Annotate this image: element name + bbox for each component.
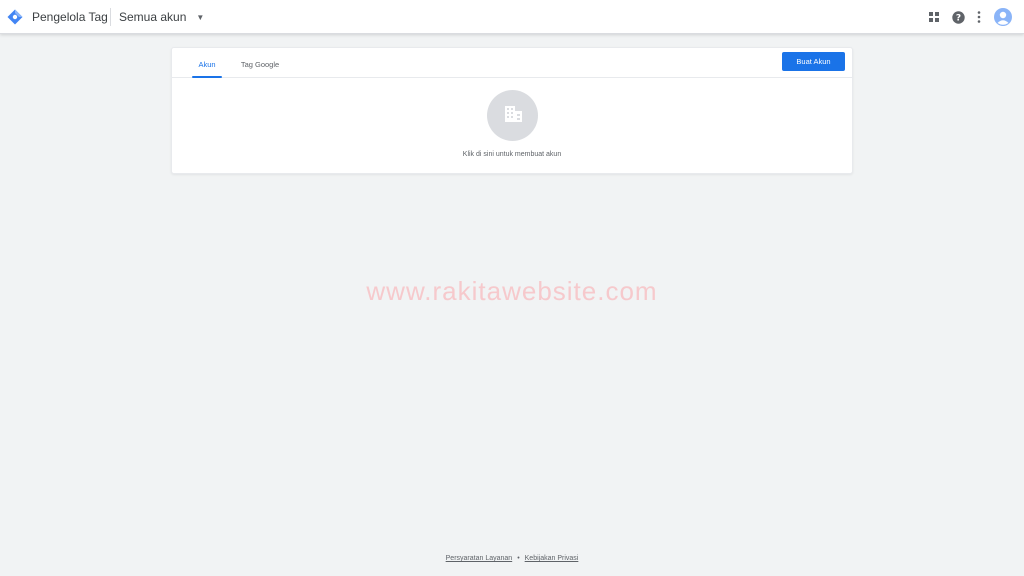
top-app-bar: Pengelola Tag Semua akun ▼ ? [0, 0, 1024, 34]
account-avatar-icon[interactable] [993, 7, 1013, 27]
tag-manager-logo-icon[interactable] [7, 9, 23, 25]
terms-link[interactable]: Persyaratan Layanan [446, 555, 513, 562]
help-icon[interactable]: ? [950, 9, 966, 25]
tab-tag-google[interactable]: Tag Google [236, 57, 284, 78]
account-selector-label: Semua akun [119, 10, 187, 24]
svg-text:?: ? [955, 13, 960, 23]
apps-grid-icon[interactable] [926, 9, 942, 25]
empty-state-text[interactable]: Klik di sini untuk membuat akun [172, 151, 852, 158]
watermark: www.rakitawebsite.com [366, 276, 658, 306]
create-account-button[interactable]: Buat Akun [782, 52, 845, 71]
app-title: Pengelola Tag [32, 10, 108, 24]
tab-akun[interactable]: Akun [192, 57, 222, 78]
building-icon [503, 104, 523, 127]
footer: Persyaratan Layanan • Kebijakan Privasi [0, 555, 1024, 562]
caret-down-icon: ▼ [196, 12, 205, 22]
tab-bar: Akun Tag Google Buat Akun [172, 48, 852, 78]
accounts-card: Akun Tag Google Buat Akun Klik di sini u… [171, 47, 853, 174]
account-selector[interactable]: Semua akun ▼ [119, 8, 204, 26]
privacy-link[interactable]: Kebijakan Privasi [525, 555, 579, 562]
empty-state-illustration[interactable] [487, 90, 538, 141]
header-divider [110, 8, 111, 26]
footer-separator: • [517, 555, 520, 562]
more-vert-icon[interactable] [971, 9, 987, 25]
